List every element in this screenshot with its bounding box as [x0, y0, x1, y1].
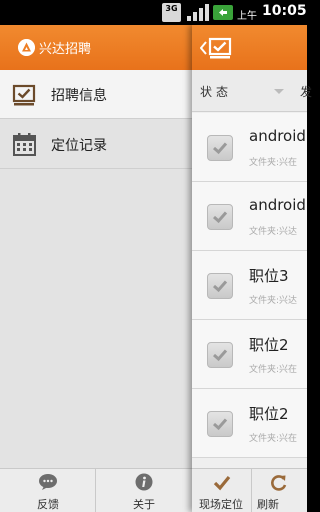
list-item-subtitle: 文件夹:兴在 — [249, 365, 298, 375]
checkbox[interactable] — [207, 273, 233, 299]
status-bar: 3G 上午 10:05 — [0, 0, 307, 25]
calendar-icon — [13, 133, 36, 156]
list-item[interactable]: android 文件夹:兴在 — [192, 113, 307, 182]
feedback-label: 反馈 — [37, 498, 59, 511]
content-header — [192, 25, 307, 70]
list-item-subtitle: 文件夹:兴达 — [249, 296, 298, 306]
feedback-button[interactable]: 反馈 — [0, 469, 96, 512]
locate-button[interactable]: 现场定位 — [192, 469, 252, 512]
app-title: 兴达招聘 — [39, 42, 92, 57]
check-icon — [213, 280, 228, 293]
list-item-title: 职位3 — [249, 267, 289, 285]
check-icon — [213, 142, 228, 155]
refresh-button[interactable]: 刷新 — [252, 469, 307, 512]
signal-icon — [187, 4, 209, 21]
list-item-title: android — [249, 127, 306, 145]
main-content-panel: 状态 发 android 文件夹:兴在 android 文件夹:兴达 职位3 文… — [192, 25, 312, 512]
list-item-title: android — [249, 196, 306, 214]
list-item[interactable]: android 文件夹:兴达 — [192, 182, 307, 251]
drawer-bottom-bar: 反馈 关于 — [0, 468, 192, 512]
status-filter[interactable]: 状态 — [200, 83, 232, 100]
list-item-subtitle: 文件夹:兴在 — [249, 434, 298, 444]
dropdown-arrow-icon[interactable] — [274, 89, 284, 94]
locate-label: 现场定位 — [199, 498, 243, 511]
checkbox[interactable] — [207, 135, 233, 161]
list-item-subtitle: 文件夹:兴达 — [249, 227, 298, 237]
menu-item-job-info[interactable]: 招聘信息 — [0, 70, 192, 119]
checkbox[interactable] — [207, 411, 233, 437]
navigation-drawer: 兴达招聘 招聘信息 定位记录 反馈 关于 — [0, 25, 192, 512]
list-item-title: 职位2 — [249, 336, 289, 354]
checkbox-icon — [12, 84, 36, 106]
check-icon — [213, 418, 228, 431]
info-icon — [135, 473, 153, 491]
checkbox[interactable] — [207, 204, 233, 230]
clock-ampm: 上午 — [237, 11, 257, 22]
refresh-label: 刷新 — [257, 498, 279, 511]
list-item[interactable]: 职位3 文件夹:兴达 — [192, 251, 307, 320]
back-checkbox-icon[interactable] — [200, 36, 236, 60]
content-bottom-bar: 现场定位 刷新 — [192, 468, 307, 512]
app-logo-icon — [18, 39, 35, 56]
check-icon — [213, 349, 228, 362]
menu-item-label: 招聘信息 — [51, 88, 107, 104]
list-item[interactable]: 职位2 文件夹:兴在 — [192, 389, 307, 458]
filter-bar: 状态 发 — [192, 70, 312, 112]
list-item-title: 职位2 — [249, 405, 289, 423]
secondary-filter[interactable]: 发 — [300, 83, 312, 100]
drawer-header: 兴达招聘 — [0, 25, 192, 70]
clock-time: 10:05 — [262, 3, 307, 19]
about-button[interactable]: 关于 — [96, 469, 192, 512]
checkmark-icon — [213, 475, 231, 491]
list-item-subtitle: 文件夹:兴在 — [249, 158, 298, 168]
job-list: android 文件夹:兴在 android 文件夹:兴达 职位3 文件夹:兴达… — [192, 113, 307, 458]
speech-bubble-icon — [39, 474, 57, 490]
check-icon — [213, 211, 228, 224]
checkbox[interactable] — [207, 342, 233, 368]
menu-item-label: 定位记录 — [51, 138, 107, 154]
battery-icon — [213, 5, 233, 20]
about-label: 关于 — [133, 498, 155, 511]
menu-item-location-records[interactable]: 定位记录 — [0, 120, 192, 169]
list-item[interactable]: 职位2 文件夹:兴在 — [192, 320, 307, 389]
refresh-icon — [271, 475, 287, 491]
network-3g-icon: 3G — [162, 3, 181, 22]
